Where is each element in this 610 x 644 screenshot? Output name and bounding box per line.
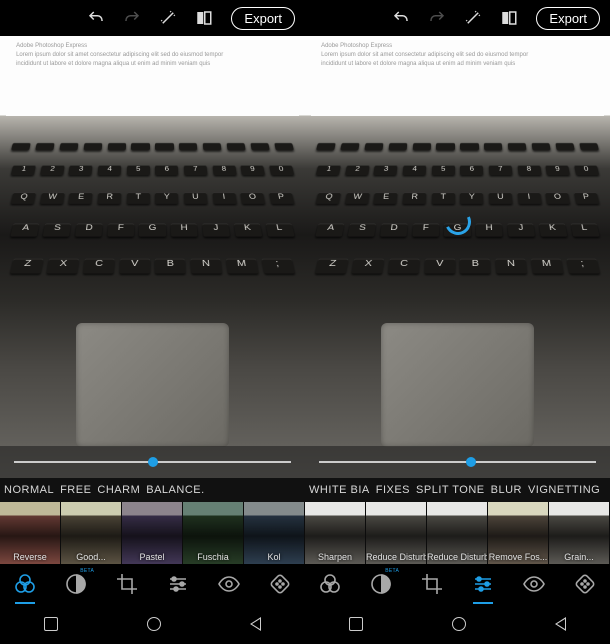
- mode-strip[interactable]: WHITE BIA FIXES SPLIT TONE BLUR VIGNETTI…: [305, 478, 610, 502]
- slider-thumb[interactable]: [466, 457, 476, 467]
- photo-keyboard-row: 1234567890: [0, 165, 305, 175]
- filter-thumb[interactable]: Fuschia: [183, 502, 243, 564]
- top-toolbar: Export: [305, 0, 610, 36]
- wand-icon[interactable]: [464, 9, 482, 27]
- patch-tool[interactable]: [573, 572, 597, 596]
- mode-item[interactable]: VIGNETTING: [528, 484, 600, 496]
- tool-tabs: BETA: [0, 564, 305, 604]
- redo-icon[interactable]: [428, 9, 446, 27]
- photo-document-area: Adobe Photoshop ExpressLorem ipsum dolor…: [311, 36, 604, 116]
- filter-thumb[interactable]: Good...: [61, 502, 121, 564]
- photo-keyboard-row: 1234567890: [305, 165, 610, 175]
- back-button[interactable]: [555, 617, 566, 631]
- photo-document-area: Adobe Photoshop ExpressLorem ipsum dolor…: [6, 36, 299, 116]
- slider-thumb[interactable]: [148, 457, 158, 467]
- adjust-tool[interactable]: BETA: [369, 572, 393, 596]
- photo-keyboard-row: QWERTYUIOP: [305, 192, 610, 203]
- mode-item[interactable]: BALANCE.: [146, 484, 204, 496]
- photo-keyboard-row: ASDFGHJKL: [0, 223, 305, 236]
- filter-thumbnails[interactable]: Reverse Good... Pastel Fuschia Kol: [0, 502, 305, 564]
- sliders-tool[interactable]: [166, 572, 190, 596]
- android-navbar: [305, 604, 610, 644]
- image-canvas[interactable]: Adobe Photoshop ExpressLorem ipsum dolor…: [0, 36, 305, 478]
- filter-thumb[interactable]: Reduce Disturb: [427, 502, 487, 564]
- looks-tool[interactable]: [13, 572, 37, 596]
- mode-item[interactable]: FREE: [60, 484, 91, 496]
- photo-keyboard-row: [305, 143, 610, 150]
- export-button[interactable]: Export: [536, 7, 600, 30]
- screen-right: Export Adobe Photoshop ExpressLorem ipsu…: [305, 0, 610, 644]
- filter-thumb[interactable]: Reduce Disturb...: [366, 502, 426, 564]
- crop-tool[interactable]: [115, 572, 139, 596]
- sliders-tool[interactable]: [471, 572, 495, 596]
- intensity-slider[interactable]: [0, 446, 305, 478]
- mode-strip[interactable]: NORMAL FREE CHARM BALANCE.: [0, 478, 305, 502]
- android-navbar: [0, 604, 305, 644]
- wand-icon[interactable]: [159, 9, 177, 27]
- eye-tool[interactable]: [217, 572, 241, 596]
- filter-thumb[interactable]: Grain...: [549, 502, 609, 564]
- recent-apps-button[interactable]: [349, 617, 363, 631]
- recent-apps-button[interactable]: [44, 617, 58, 631]
- adjust-tool[interactable]: BETA: [64, 572, 88, 596]
- filter-thumb[interactable]: Remove Fos...: [488, 502, 548, 564]
- back-button[interactable]: [250, 617, 261, 631]
- crop-tool[interactable]: [420, 572, 444, 596]
- filter-thumbnails[interactable]: Sharpen Reduce Disturb... Reduce Disturb…: [305, 502, 610, 564]
- export-button[interactable]: Export: [231, 7, 295, 30]
- compare-icon[interactable]: [500, 9, 518, 27]
- photo-keyboard-row: [0, 143, 305, 150]
- filter-thumb[interactable]: Reverse: [0, 502, 60, 564]
- filter-thumb[interactable]: Sharpen: [305, 502, 365, 564]
- mode-item[interactable]: FIXES: [376, 484, 410, 496]
- screen-left: Export Adobe Photoshop ExpressLorem ipsu…: [0, 0, 305, 644]
- photo-trackpad: [381, 323, 534, 447]
- patch-tool[interactable]: [268, 572, 292, 596]
- compare-icon[interactable]: [195, 9, 213, 27]
- home-button[interactable]: [452, 617, 466, 631]
- intensity-slider[interactable]: [305, 446, 610, 478]
- top-toolbar: Export: [0, 0, 305, 36]
- mode-item[interactable]: SPLIT TONE: [416, 484, 485, 496]
- image-canvas[interactable]: Adobe Photoshop ExpressLorem ipsum dolor…: [305, 36, 610, 478]
- looks-tool[interactable]: [318, 572, 342, 596]
- redo-icon[interactable]: [123, 9, 141, 27]
- mode-item[interactable]: BLUR: [491, 484, 522, 496]
- home-button[interactable]: [147, 617, 161, 631]
- undo-icon[interactable]: [87, 9, 105, 27]
- mode-item[interactable]: WHITE BIA: [309, 484, 370, 496]
- undo-icon[interactable]: [392, 9, 410, 27]
- tool-tabs: BETA: [305, 564, 610, 604]
- photo-trackpad: [76, 323, 229, 447]
- filter-thumb[interactable]: Pastel: [122, 502, 182, 564]
- photo-keyboard-row: ZXCVBNM;: [305, 259, 610, 274]
- mode-item[interactable]: NORMAL: [4, 484, 54, 496]
- eye-tool[interactable]: [522, 572, 546, 596]
- photo-keyboard-row: QWERTYUIOP: [0, 192, 305, 203]
- filter-thumb[interactable]: Kol: [244, 502, 304, 564]
- photo-keyboard-row: ZXCVBNM;: [0, 259, 305, 274]
- mode-item[interactable]: CHARM: [97, 484, 140, 496]
